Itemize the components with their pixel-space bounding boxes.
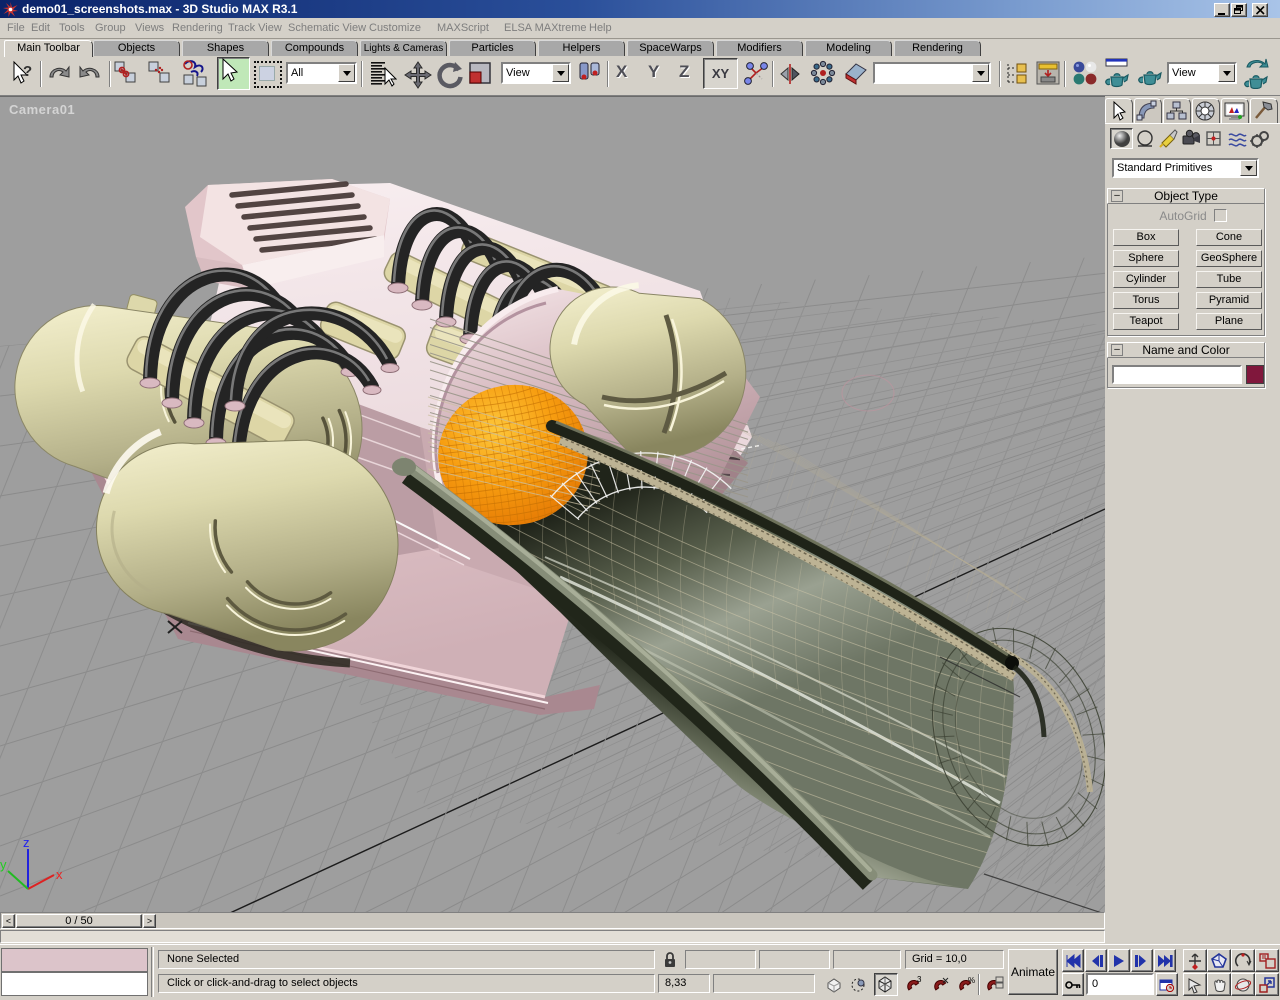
svg-text:%: %: [968, 976, 975, 985]
svg-text:3: 3: [917, 975, 922, 984]
svg-text:?: ?: [23, 63, 32, 80]
svg-text:z: z: [23, 835, 30, 850]
svg-text:x: x: [56, 867, 63, 882]
svg-text:y: y: [0, 857, 7, 872]
